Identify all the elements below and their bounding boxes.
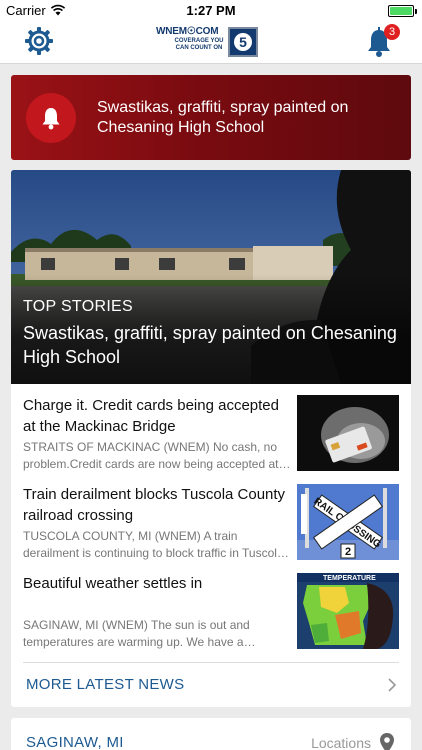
nav-bar: WNEM☉COM COVERAGE YOU CAN COUNT ON 5 3 (0, 22, 422, 64)
story-summary: TUSCOLA COUNTY, MI (WNEM) A train derail… (23, 529, 284, 560)
temperature-banner: TEMPERATURE (323, 575, 376, 582)
channel-number: 5 (239, 34, 247, 50)
bell-icon (42, 108, 60, 130)
story-summary: STRAITS OF MACKINAC (WNEM) No cash, no p… (23, 440, 279, 471)
channel-badge: 5 (228, 27, 258, 57)
status-bar: Carrier 1:27 PM (0, 0, 422, 22)
battery-icon (388, 5, 417, 17)
news-card: TOP STORIES Swastikas, graffiti, spray p… (11, 170, 411, 707)
alert-circle (26, 93, 76, 143)
chevron-right-icon (388, 678, 397, 692)
list-item[interactable]: Charge it. Credit cards being accepted a… (11, 395, 411, 475)
more-latest-news-button[interactable]: MORE LATEST NEWS (11, 663, 411, 707)
alert-headline: Swastikas, graffiti, spray painted on Ch… (97, 99, 349, 136)
location-bar[interactable]: SAGINAW, MI Locations (11, 718, 411, 750)
top-stories-label: TOP STORIES (23, 298, 134, 315)
locations-label: Locations (311, 735, 371, 750)
list-item[interactable]: Train derailment blocks Tuscola County r… (11, 484, 411, 564)
location-pin-icon (380, 733, 394, 750)
top-story-title: Swastikas, graffiti, spray painted on Ch… (23, 323, 397, 367)
list-item[interactable]: Beautiful weather settles in SAGINAW, MI… (11, 573, 411, 653)
station-logo: WNEM☉COM COVERAGE YOU CAN COUNT ON 5 (156, 26, 260, 58)
story-thumbnail (297, 395, 399, 471)
story-title: Beautiful weather settles in (23, 575, 203, 592)
story-title: Charge it. Credit cards being accepted a… (23, 397, 279, 435)
top-story-hero[interactable]: TOP STORIES Swastikas, graffiti, spray p… (11, 170, 411, 384)
location-city: SAGINAW, MI (26, 734, 124, 750)
notification-count-badge: 3 (384, 24, 400, 40)
crossing-number: 2 (345, 546, 351, 558)
more-latest-news-label: MORE LATEST NEWS (26, 676, 185, 693)
story-thumbnail: RAIL CROSSING 2 (297, 484, 399, 560)
breaking-alert-banner[interactable]: Swastikas, graffiti, spray painted on Ch… (11, 75, 411, 160)
story-title: Train derailment blocks Tuscola County r… (23, 486, 286, 524)
logo-tagline: COVERAGE YOU CAN COUNT ON (174, 38, 224, 51)
clock: 1:27 PM (186, 3, 236, 18)
story-summary: SAGINAW, MI (WNEM) The sun is out and te… (23, 618, 250, 649)
story-thumbnail: TEMPERATURE (297, 573, 399, 649)
logo-name: WNEM☉COM (156, 26, 219, 37)
gear-icon (25, 27, 53, 55)
settings-button[interactable] (22, 24, 56, 58)
